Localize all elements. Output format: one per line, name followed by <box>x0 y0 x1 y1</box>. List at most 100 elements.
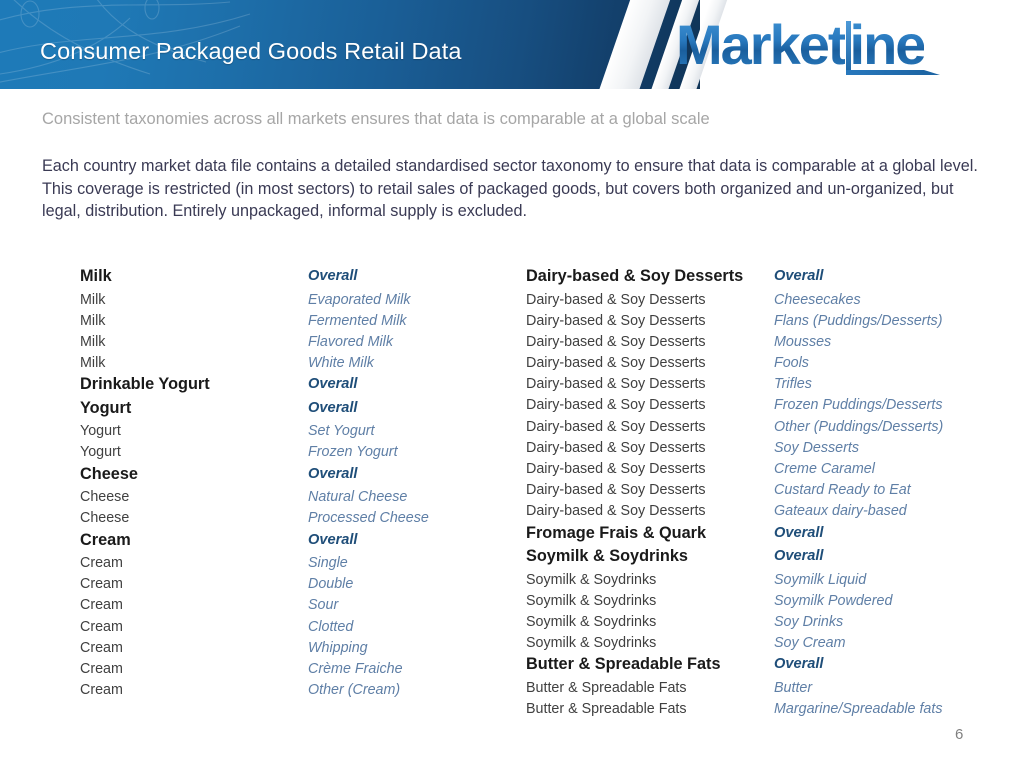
taxonomy-category-label: Drinkable Yogurt <box>80 375 210 394</box>
taxonomy-row: Milk Flavored Milk <box>80 332 520 353</box>
taxonomy-row: Butter & Spreadable Fats Overall <box>526 654 996 678</box>
taxonomy-row: Soymilk & Soydrinks Soy Cream <box>526 633 996 654</box>
taxonomy-row: Cheese Processed Cheese <box>80 508 520 529</box>
taxonomy-category-label: Cream <box>80 682 123 699</box>
taxonomy-subcategory-label: Overall <box>308 465 358 482</box>
taxonomy-subcategory-label: Creme Caramel <box>774 461 875 477</box>
taxonomy-row: Dairy-based & Soy Desserts Frozen Pudding… <box>526 395 996 416</box>
taxonomy-row: Yogurt Overall <box>80 398 520 422</box>
taxonomy-subcategory-label: Processed Cheese <box>308 510 429 527</box>
taxonomy-category-label: Cream <box>80 597 123 614</box>
taxonomy-subcategory-label: Soymilk Liquid <box>774 571 867 588</box>
taxonomy-row: Butter & Spreadable Fats Margarine/Spread… <box>526 699 996 720</box>
taxonomy-category-label: Fromage Frais & Quark <box>526 523 707 542</box>
taxonomy-category-label: Yogurt <box>80 398 132 417</box>
taxonomy-row: Dairy-based & Soy Desserts Creme Caramel <box>526 459 996 480</box>
taxonomy-category-label: Cream <box>80 618 123 635</box>
taxonomy-category-label: Milk <box>80 267 112 285</box>
body-paragraph: Each country market data file contains a… <box>42 157 978 220</box>
taxonomy-category-label: Milk <box>80 312 106 329</box>
taxonomy-category-label: Cream <box>80 530 131 549</box>
logo-l-vertical-bar <box>845 21 851 74</box>
taxonomy-subcategory-label: Margarine/Spreadable fats <box>774 701 943 717</box>
taxonomy-subcategory-label: Evaporated Milk <box>308 291 411 308</box>
taxonomy-subcategory-label: Soy Drinks <box>774 613 844 630</box>
taxonomy-row: Soymilk & Soydrinks Overall <box>526 546 996 570</box>
taxonomy-category-label: Dairy-based & Soy Desserts <box>526 267 744 285</box>
taxonomy-subcategory-label: Double <box>308 576 354 593</box>
taxonomy-row: Cream Whipping <box>80 638 520 659</box>
taxonomy-subcategory-label: Whipping <box>308 639 368 656</box>
taxonomy-category-label: Dairy-based & Soy Desserts <box>526 439 706 456</box>
taxonomy-subcategory-label: Other (Cream) <box>308 682 401 699</box>
taxonomy-subcategory-label: White Milk <box>308 355 374 372</box>
logo-corner-tick <box>924 70 941 75</box>
taxonomy-subcategory-label: Cheesecakes <box>774 291 861 308</box>
taxonomy-category-label: Soymilk & Soydrinks <box>526 547 688 566</box>
taxonomy-subcategory-label: Overall <box>308 399 358 416</box>
taxonomy-category-label: Butter & Spreadable Fats <box>526 679 687 696</box>
taxonomy-row: Cheese Overall <box>80 464 520 488</box>
taxonomy-category-label: Dairy-based & Soy Desserts <box>526 418 706 435</box>
taxonomy-subcategory-label: Soy Cream <box>774 635 846 652</box>
taxonomy-category-label: Butter & Spreadable Fats <box>526 655 721 674</box>
taxonomy-row: Milk White Milk <box>80 353 520 374</box>
taxonomy-category-label: Soymilk & Soydrinks <box>526 571 657 588</box>
taxonomy-subcategory-label: Frozen Yogurt <box>308 444 398 461</box>
taxonomy-row: Dairy-based & Soy Desserts Mousses <box>526 332 996 353</box>
taxonomy-row: Milk Evaporated Milk <box>80 290 520 311</box>
taxonomy-subcategory-label: Frozen Puddings/Desserts <box>774 397 943 414</box>
taxonomy-row: Dairy-based & Soy Desserts Trifles <box>526 374 996 395</box>
taxonomy-subcategory-label: Mousses <box>774 333 832 350</box>
taxonomy-category-label: Cream <box>80 576 123 593</box>
logo-line-group: ine <box>845 17 941 75</box>
taxonomy-category-label: Cheese <box>80 464 138 483</box>
taxonomy-row: Milk Fermented Milk <box>80 311 520 332</box>
slide: Consumer Packaged Goods Retail Data Mark… <box>0 0 1024 768</box>
taxonomy-row: Milk Overall <box>80 266 520 290</box>
taxonomy-row: Cream Crème Fraiche <box>80 659 520 680</box>
taxonomy-category-label: Soymilk & Soydrinks <box>526 635 657 652</box>
taxonomy-subcategory-label: Soymilk Powdered <box>774 592 893 609</box>
logo-market-text: Market <box>676 13 847 76</box>
taxonomy-subcategory-label: Overall <box>774 268 824 284</box>
taxonomy-category-label: Dairy-based & Soy Desserts <box>526 355 706 372</box>
taxonomy-row: Cream Overall <box>80 530 520 554</box>
taxonomy-category-label: Dairy-based & Soy Desserts <box>526 397 706 414</box>
logo-underline-bar <box>845 70 925 75</box>
taxonomy-subcategory-label: Custard Ready to Eat <box>774 482 911 499</box>
taxonomy-category-label: Dairy-based & Soy Desserts <box>526 482 706 499</box>
taxonomy-row: Dairy-based & Soy Desserts Gateaux dairy-… <box>526 501 996 522</box>
taxonomy-column-group-right: Dairy-based & Soy Desserts Overall Dairy-b… <box>526 266 996 720</box>
taxonomy-category-label: Dairy-based & Soy Desserts <box>526 461 706 477</box>
taxonomy-subcategory-label: Overall <box>308 531 358 548</box>
taxonomy-category-label: Dairy-based & Soy Desserts <box>526 333 706 350</box>
taxonomy-category-label: Cream <box>80 660 123 677</box>
taxonomy-row: Cream Double <box>80 574 520 595</box>
taxonomy-row: Cream Sour <box>80 595 520 616</box>
taxonomy-category-label: Milk <box>80 333 106 350</box>
taxonomy-row: Soymilk & Soydrinks Soymilk Liquid <box>526 570 996 591</box>
taxonomy-subcategory-label: Crème Fraiche <box>308 660 403 677</box>
header-band: Consumer Packaged Goods Retail Data Mark… <box>0 0 1024 89</box>
taxonomy-row: Cream Clotted <box>80 617 520 638</box>
taxonomy-category-label: Dairy-based & Soy Desserts <box>526 503 706 520</box>
taxonomy-subcategory-label: Other (Puddings/Desserts) <box>774 418 944 435</box>
taxonomy-row: Cream Single <box>80 553 520 574</box>
taxonomy-category-label: Soymilk & Soydrinks <box>526 613 657 630</box>
taxonomy-category-label: Cream <box>80 639 123 656</box>
taxonomy-subcategory-label: Overall <box>774 548 824 565</box>
taxonomy-row: Butter & Spreadable Fats Butter <box>526 678 996 699</box>
logo-line-text: ine <box>846 17 927 73</box>
taxonomy-row: Cheese Natural Cheese <box>80 487 520 508</box>
taxonomy-category-label: Dairy-based & Soy Desserts <box>526 312 706 329</box>
taxonomy-category-label: Dairy-based & Soy Desserts <box>526 376 706 393</box>
taxonomy-category-label: Butter & Spreadable Fats <box>526 701 687 717</box>
taxonomy-subcategory-label: Overall <box>774 524 824 541</box>
taxonomy-subcategory-label: Clotted <box>308 618 354 635</box>
taxonomy-subcategory-label: Gateaux dairy-based <box>774 503 907 520</box>
taxonomy-category-label: Cheese <box>80 510 130 527</box>
taxonomy-category-label: Cream <box>80 555 123 571</box>
taxonomy-subcategory-label: Flans (Puddings/Desserts) <box>774 312 943 329</box>
taxonomy-row: Yogurt Frozen Yogurt <box>80 442 520 463</box>
